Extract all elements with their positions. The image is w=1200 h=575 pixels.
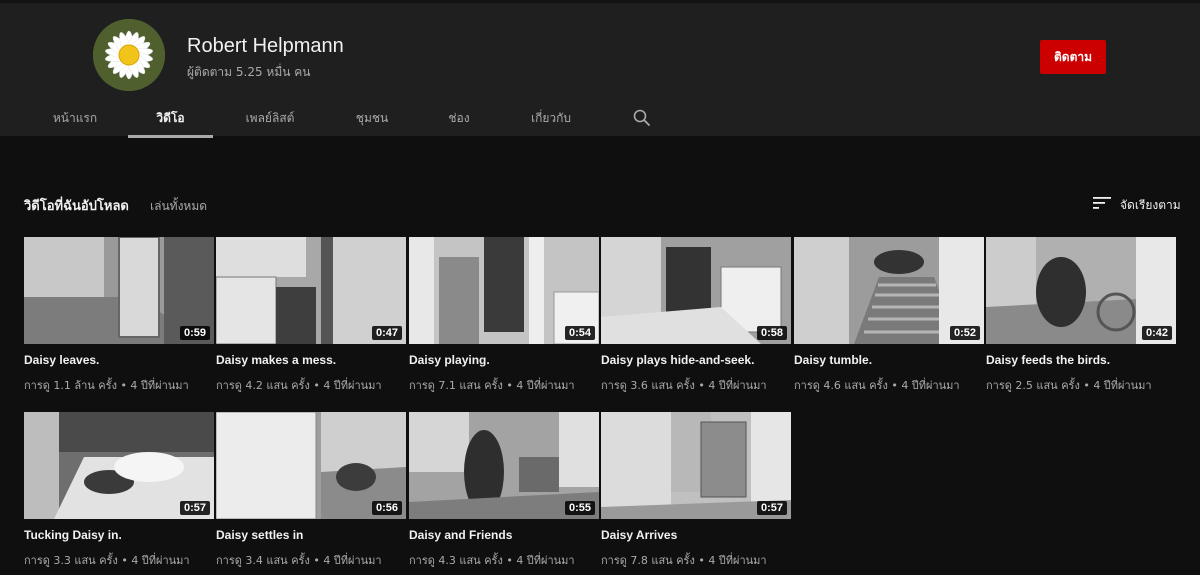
video-thumbnail[interactable]: 0:55 bbox=[409, 412, 599, 519]
video-meta: การดู 4.6 แสน ครั้ง • 4 ปีที่ผ่านมา bbox=[794, 379, 960, 392]
tab-about[interactable]: เกี่ยวกับ bbox=[516, 109, 586, 128]
daisy-icon bbox=[93, 19, 165, 91]
subscribe-button[interactable]: ติดตาม bbox=[1040, 40, 1106, 74]
video-card[interactable]: 0:54 Daisy playing. การดู 7.1 แสน ครั้ง … bbox=[409, 237, 599, 394]
video-thumbnail[interactable]: 0:52 bbox=[794, 237, 984, 344]
video-duration: 0:58 bbox=[756, 326, 787, 340]
video-meta: การดู 2.5 แสน ครั้ง • 4 ปีที่ผ่านมา bbox=[986, 379, 1152, 392]
video-card[interactable]: 0:55 Daisy and Friends การดู 4.3 แสน ครั… bbox=[409, 412, 599, 569]
video-card[interactable]: 0:58 Daisy plays hide-and-seek. การดู 3.… bbox=[601, 237, 791, 394]
video-duration: 0:56 bbox=[371, 501, 402, 515]
video-title[interactable]: Tucking Daisy in. bbox=[24, 528, 214, 542]
tab-playlists[interactable]: เพลย์ลิสต์ bbox=[235, 109, 305, 128]
video-meta: การดู 7.1 แสน ครั้ง • 4 ปีที่ผ่านมา bbox=[409, 379, 575, 392]
sort-icon[interactable] bbox=[1093, 195, 1111, 211]
video-thumbnail[interactable]: 0:57 bbox=[24, 412, 214, 519]
video-duration: 0:55 bbox=[564, 501, 595, 515]
video-thumbnail[interactable]: 0:54 bbox=[409, 237, 599, 344]
video-title[interactable]: Daisy settles in bbox=[216, 528, 406, 542]
video-title[interactable]: Daisy playing. bbox=[409, 353, 599, 367]
video-title[interactable]: Daisy leaves. bbox=[24, 353, 214, 367]
video-thumbnail[interactable]: 0:59 bbox=[24, 237, 214, 344]
video-title[interactable]: Daisy tumble. bbox=[794, 353, 984, 367]
active-tab-indicator bbox=[128, 135, 213, 138]
sort-button-label[interactable]: จัดเรียงตาม bbox=[1120, 196, 1181, 215]
video-card[interactable]: 0:47 Daisy makes a mess. การดู 4.2 แสน ค… bbox=[216, 237, 406, 394]
tab-community[interactable]: ชุมชน bbox=[337, 109, 407, 128]
video-meta: การดู 7.8 แสน ครั้ง • 4 ปีที่ผ่านมา bbox=[601, 554, 767, 567]
video-duration: 0:52 bbox=[949, 326, 980, 340]
video-meta: การดู 3.3 แสน ครั้ง • 4 ปีที่ผ่านมา bbox=[24, 554, 190, 567]
video-duration: 0:47 bbox=[371, 326, 402, 340]
channel-name: Robert Helpmann bbox=[187, 35, 344, 57]
play-all-link[interactable]: เล่นทั้งหมด bbox=[150, 197, 207, 216]
video-card[interactable]: 0:42 Daisy feeds the birds. การดู 2.5 แส… bbox=[986, 237, 1176, 394]
video-meta: การดู 3.4 แสน ครั้ง • 4 ปีที่ผ่านมา bbox=[216, 554, 382, 567]
video-thumbnail[interactable]: 0:56 bbox=[216, 412, 406, 519]
video-thumbnail[interactable]: 0:58 bbox=[601, 237, 791, 344]
video-meta: การดู 1.1 ล้าน ครั้ง • 4 ปีที่ผ่านมา bbox=[24, 379, 189, 392]
video-duration: 0:42 bbox=[1141, 326, 1172, 340]
video-meta: การดู 3.6 แสน ครั้ง • 4 ปีที่ผ่านมา bbox=[601, 379, 767, 392]
video-duration: 0:54 bbox=[564, 326, 595, 340]
video-title[interactable]: Daisy Arrives bbox=[601, 528, 791, 542]
tab-channels[interactable]: ช่อง bbox=[424, 109, 494, 128]
subscriber-count: ผู้ติดตาม 5.25 หมื่น คน bbox=[187, 65, 311, 79]
video-duration: 0:57 bbox=[756, 501, 787, 515]
video-thumbnail[interactable]: 0:57 bbox=[601, 412, 791, 519]
video-meta: การดู 4.2 แสน ครั้ง • 4 ปีที่ผ่านมา bbox=[216, 379, 382, 392]
tab-home[interactable]: หน้าแรก bbox=[40, 109, 110, 128]
video-title[interactable]: Daisy and Friends bbox=[409, 528, 599, 542]
video-duration: 0:59 bbox=[179, 326, 210, 340]
section-title: วิดีโอที่ฉันอัปโหลด bbox=[24, 199, 129, 214]
video-meta: การดู 4.3 แสน ครั้ง • 4 ปีที่ผ่านมา bbox=[409, 554, 575, 567]
video-title[interactable]: Daisy makes a mess. bbox=[216, 353, 406, 367]
search-icon[interactable] bbox=[632, 108, 652, 128]
video-title[interactable]: Daisy feeds the birds. bbox=[986, 353, 1176, 367]
video-title[interactable]: Daisy plays hide-and-seek. bbox=[601, 353, 791, 367]
video-card[interactable]: 0:59 Daisy leaves. การดู 1.1 ล้าน ครั้ง … bbox=[24, 237, 214, 394]
channel-avatar[interactable] bbox=[93, 19, 165, 91]
video-card[interactable]: 0:57 Daisy Arrives การดู 7.8 แสน ครั้ง •… bbox=[601, 412, 791, 569]
video-duration: 0:57 bbox=[179, 501, 210, 515]
video-card[interactable]: 0:57 Tucking Daisy in. การดู 3.3 แสน ครั… bbox=[24, 412, 214, 569]
tab-videos[interactable]: วิดีโอ bbox=[128, 109, 213, 128]
video-thumbnail[interactable]: 0:47 bbox=[216, 237, 406, 344]
video-card[interactable]: 0:56 Daisy settles in การดู 3.4 แสน ครั้… bbox=[216, 412, 406, 569]
channel-header: Robert Helpmann ผู้ติดตาม 5.25 หมื่น คน … bbox=[0, 0, 1200, 138]
video-card[interactable]: 0:52 Daisy tumble. การดู 4.6 แสน ครั้ง •… bbox=[794, 237, 984, 394]
video-thumbnail[interactable]: 0:42 bbox=[986, 237, 1176, 344]
